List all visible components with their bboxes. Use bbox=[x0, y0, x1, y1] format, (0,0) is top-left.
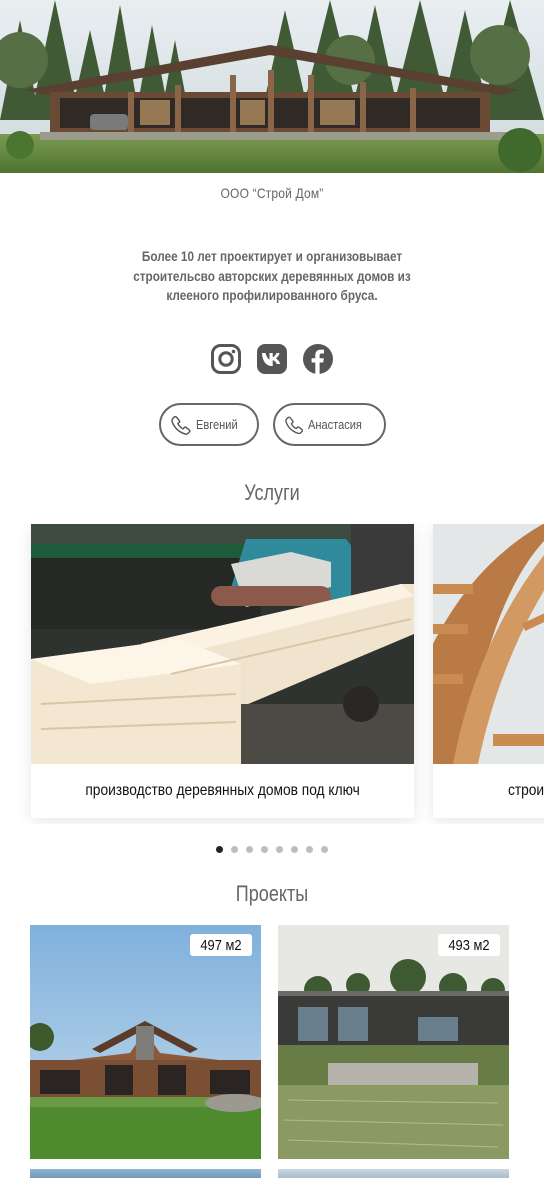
carousel-dot[interactable] bbox=[276, 846, 283, 853]
service-image bbox=[31, 524, 414, 764]
service-card[interactable]: производство деревянных домов под ключ bbox=[31, 524, 414, 818]
phone-button-label: Евгений bbox=[195, 417, 238, 432]
projects-title: Проекты bbox=[235, 881, 309, 906]
project-card[interactable] bbox=[278, 1169, 509, 1178]
service-caption: производство деревянных домов под ключ bbox=[85, 782, 360, 799]
company-name: ООО “Строй Дом” bbox=[220, 185, 324, 201]
phone-button-anastasia[interactable]: Анастасия bbox=[272, 403, 386, 446]
service-card[interactable]: строи bbox=[433, 524, 544, 818]
project-card[interactable]: 497 м2 bbox=[30, 925, 261, 1159]
carousel-dot[interactable] bbox=[231, 846, 238, 853]
phone-button-evgeniy[interactable]: Евгений bbox=[158, 403, 259, 446]
carousel-dot[interactable] bbox=[261, 846, 268, 853]
carousel-dot[interactable] bbox=[306, 846, 313, 853]
carousel-dot[interactable] bbox=[321, 846, 328, 853]
phone-button-label: Анастасия bbox=[308, 417, 362, 432]
facebook-icon[interactable] bbox=[302, 343, 334, 375]
company-tagline: Более 10 лет проектирует и организовывае… bbox=[133, 248, 411, 303]
carousel-dot[interactable] bbox=[216, 846, 223, 853]
project-card[interactable] bbox=[30, 1169, 261, 1178]
phone-buttons: Евгений Анастасия bbox=[0, 403, 544, 446]
carousel-dots bbox=[0, 846, 544, 853]
phone-icon bbox=[284, 416, 303, 434]
phone-icon bbox=[170, 415, 191, 435]
social-links bbox=[0, 343, 544, 375]
service-caption: строи bbox=[507, 782, 544, 799]
instagram-icon[interactable] bbox=[210, 343, 242, 375]
hero-image bbox=[0, 0, 544, 173]
project-area-badge: 493 м2 bbox=[438, 934, 500, 956]
project-image bbox=[30, 925, 261, 1159]
carousel-dot[interactable] bbox=[291, 846, 298, 853]
project-area: 497 м2 bbox=[200, 936, 242, 954]
service-image bbox=[433, 524, 544, 764]
services-carousel[interactable]: производство деревянных домов под ключ с… bbox=[0, 524, 544, 824]
services-title: Услуги bbox=[244, 480, 300, 505]
carousel-dot[interactable] bbox=[246, 846, 253, 853]
project-card[interactable]: 493 м2 bbox=[278, 925, 509, 1159]
project-area-badge: 497 м2 bbox=[190, 934, 252, 956]
vk-icon[interactable] bbox=[256, 343, 288, 375]
project-area: 493 м2 bbox=[448, 936, 490, 954]
project-image bbox=[278, 925, 509, 1159]
